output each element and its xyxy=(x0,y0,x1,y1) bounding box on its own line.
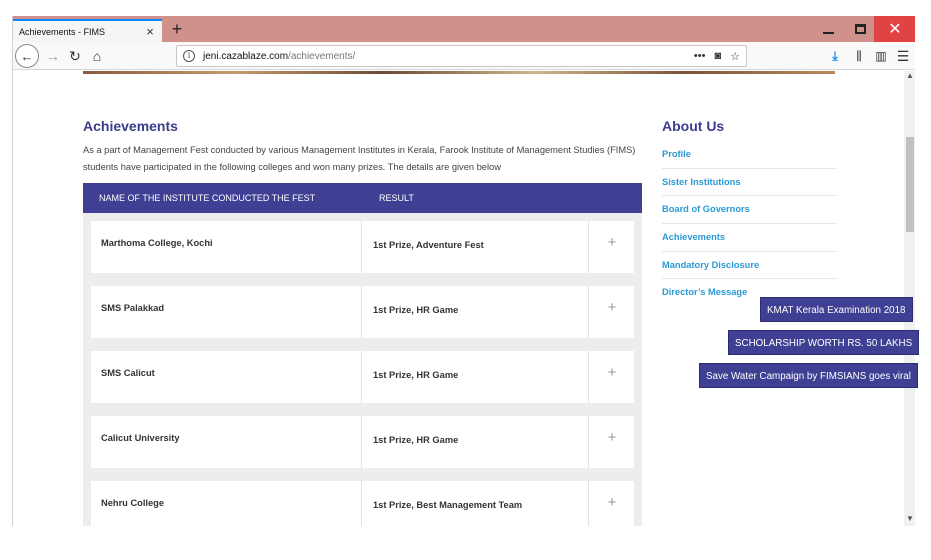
expand-plus-icon[interactable]: + xyxy=(590,221,634,273)
institute-cell: Calicut University xyxy=(91,416,362,468)
sidebar-item-achievements[interactable]: Achievements xyxy=(662,224,837,252)
reload-button[interactable]: ↻ xyxy=(64,45,86,67)
minimize-icon xyxy=(822,32,834,34)
url-bar[interactable]: i jeni.cazablaze.com/achievements/ ••• ◙… xyxy=(176,45,747,67)
institute-cell: SMS Calicut xyxy=(91,351,362,403)
bookmark-star-icon[interactable]: ☆ xyxy=(730,50,740,63)
result-cell: 1st Prize, Best Management Team xyxy=(363,481,589,526)
notice-scholarship-button[interactable]: SCHOLARSHIP WORTH RS. 50 LAKHS xyxy=(728,330,920,355)
back-icon: ← xyxy=(20,48,34,64)
sidebar-item-board-of-governors[interactable]: Board of Governors xyxy=(662,196,837,225)
browser-window: Achievements - FIMS × + ✕ ← → ↻ ⌂ i jeni… xyxy=(12,16,915,526)
institute-cell: Marthoma College, Kochi xyxy=(91,221,362,273)
column-header-institute: NAME OF THE INSTITUTE CONDUCTED THE FEST xyxy=(99,193,316,203)
header-banner-image xyxy=(83,71,835,74)
home-button[interactable]: ⌂ xyxy=(86,45,108,67)
navigation-bar: ← → ↻ ⌂ i jeni.cazablaze.com/achievement… xyxy=(13,42,915,70)
table-row[interactable]: Calicut University 1st Prize, HR Game + xyxy=(91,416,634,468)
minimize-button[interactable] xyxy=(813,16,843,42)
table-row[interactable]: SMS Calicut 1st Prize, HR Game + xyxy=(91,351,634,403)
close-icon: ✕ xyxy=(888,21,902,38)
sidebar-item-sister-institutions[interactable]: Sister Institutions xyxy=(662,169,837,197)
intro-paragraph: As a part of Management Fest conducted b… xyxy=(83,145,636,172)
result-cell: 1st Prize, HR Game xyxy=(363,416,589,468)
forward-button[interactable]: → xyxy=(42,45,64,67)
forward-icon: → xyxy=(46,48,60,64)
table-header: NAME OF THE INSTITUTE CONDUCTED THE FEST… xyxy=(83,183,642,213)
menu-icon[interactable]: ☰ xyxy=(893,46,913,66)
sidebar-item-profile[interactable]: Profile xyxy=(662,141,837,169)
maximize-button[interactable] xyxy=(845,16,875,42)
back-button[interactable]: ← xyxy=(15,44,39,68)
scroll-down-icon[interactable]: ▼ xyxy=(904,514,915,526)
result-cell: 1st Prize, HR Game xyxy=(363,286,589,338)
achievements-table: Marthoma College, Kochi 1st Prize, Adven… xyxy=(83,213,642,526)
table-row[interactable]: Marthoma College, Kochi 1st Prize, Adven… xyxy=(91,221,634,273)
expand-plus-icon[interactable]: + xyxy=(590,351,634,403)
url-path: /achievements/ xyxy=(288,50,356,62)
tab-close-icon[interactable]: × xyxy=(144,24,156,39)
reload-icon: ↻ xyxy=(69,47,81,64)
table-row[interactable]: Nehru College 1st Prize, Best Management… xyxy=(91,481,634,526)
pocket-icon[interactable]: ◙ xyxy=(714,50,721,63)
active-tab[interactable]: Achievements - FIMS × xyxy=(13,19,162,42)
sidebar-title: About Us xyxy=(662,118,725,134)
close-window-button[interactable]: ✕ xyxy=(874,16,915,42)
sidebar-icon[interactable]: ▥ xyxy=(871,46,891,66)
notice-kmat-button[interactable]: KMAT Kerala Examination 2018 xyxy=(760,297,913,322)
library-icon[interactable]: ⫼ xyxy=(849,46,869,66)
sidebar-nav: Profile Sister Institutions Board of Gov… xyxy=(662,141,837,307)
maximize-icon xyxy=(854,24,866,34)
table-row[interactable]: SMS Palakkad 1st Prize, HR Game + xyxy=(91,286,634,338)
result-cell: 1st Prize, HR Game xyxy=(363,351,589,403)
new-tab-button[interactable]: + xyxy=(166,18,188,40)
scrollbar-thumb[interactable] xyxy=(906,137,914,232)
tab-bar: Achievements - FIMS × + ✕ xyxy=(13,16,915,42)
page-title: Achievements xyxy=(83,118,178,134)
download-icon[interactable]: ⤓ xyxy=(825,46,845,66)
expand-plus-icon[interactable]: + xyxy=(590,416,634,468)
column-header-result: RESULT xyxy=(379,193,414,203)
url-text[interactable]: jeni.cazablaze.com/achievements/ xyxy=(203,51,694,62)
url-host: jeni.cazablaze.com xyxy=(203,50,289,62)
home-icon: ⌂ xyxy=(92,48,102,64)
notice-save-water-button[interactable]: Save Water Campaign by FIMSIANS goes vir… xyxy=(699,363,918,388)
expand-plus-icon[interactable]: + xyxy=(590,481,634,526)
expand-plus-icon[interactable]: + xyxy=(590,286,634,338)
institute-cell: SMS Palakkad xyxy=(91,286,362,338)
sidebar-item-mandatory-disclosure[interactable]: Mandatory Disclosure xyxy=(662,252,837,280)
scroll-up-icon[interactable]: ▲ xyxy=(904,71,915,83)
result-cell: 1st Prize, Adventure Fest xyxy=(363,221,589,273)
institute-cell: Nehru College xyxy=(91,481,362,526)
tab-title: Achievements - FIMS xyxy=(19,26,106,37)
more-icon[interactable]: ••• xyxy=(694,50,706,63)
info-icon[interactable]: i xyxy=(183,50,195,62)
